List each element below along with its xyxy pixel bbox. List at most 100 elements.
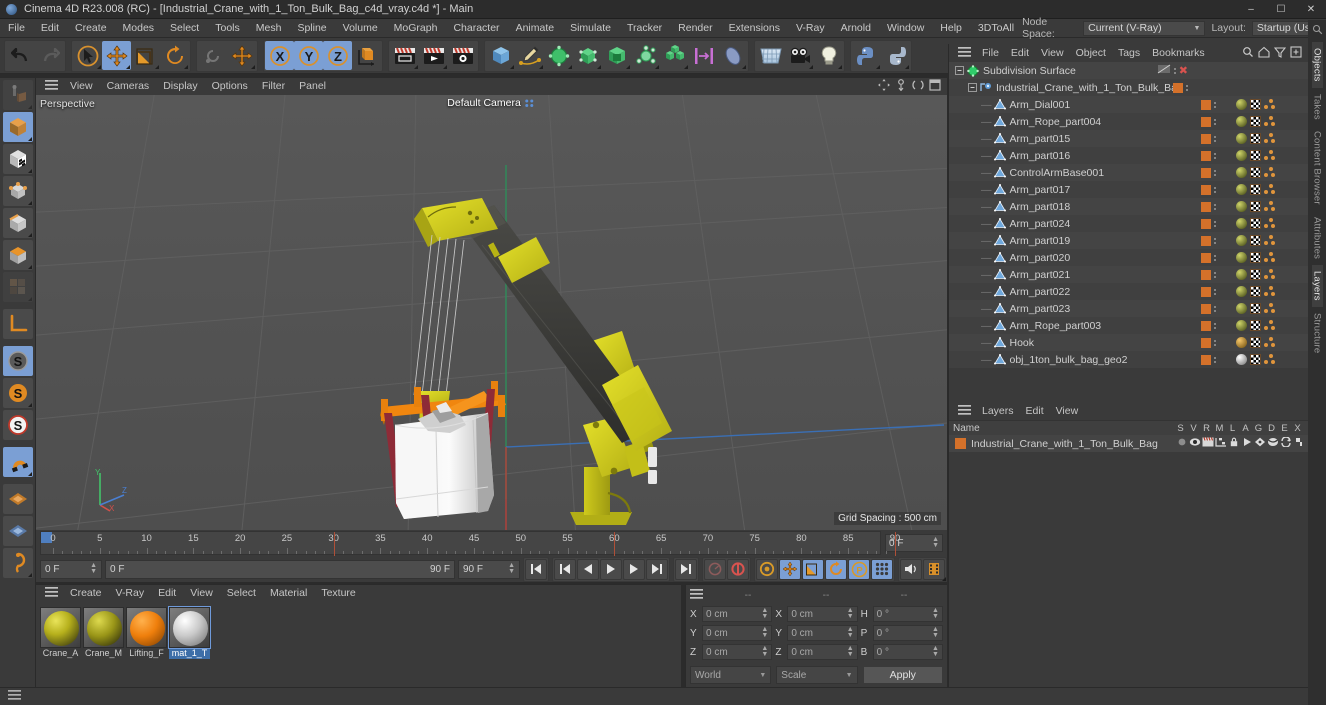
- uvw-tag-icon[interactable]: [1250, 252, 1261, 263]
- move-tool-button[interactable]: [102, 41, 131, 70]
- object-manager-hamburger-icon[interactable]: [953, 46, 976, 60]
- material-tag-icon[interactable]: [1236, 252, 1247, 263]
- uvw-tag-icon[interactable]: [1250, 218, 1261, 229]
- layer-color-tag[interactable]: [1201, 116, 1211, 127]
- visibility-dots[interactable]: [1156, 64, 1171, 77]
- viewport-menu-options[interactable]: Options: [205, 78, 255, 95]
- visibility-dots[interactable]: [1214, 220, 1216, 227]
- selection-tag-icon[interactable]: [1264, 337, 1276, 348]
- uvw-tag-icon[interactable]: [1250, 303, 1261, 314]
- viewport-menu-view[interactable]: View: [63, 78, 100, 95]
- viewport-hamburger-icon[interactable]: [40, 80, 63, 93]
- spinner-icon[interactable]: ▲ ▼: [90, 562, 97, 575]
- object-row[interactable]: — Arm_part017: [949, 181, 1308, 198]
- uvw-tag-icon[interactable]: [1250, 235, 1261, 246]
- rotate-view-icon[interactable]: [912, 79, 924, 94]
- preview-range-bar[interactable]: 0 F 90 F: [105, 559, 455, 579]
- uv-mode-button[interactable]: [2, 272, 33, 302]
- search-icon[interactable]: [1312, 20, 1323, 42]
- zoom-icon[interactable]: [895, 79, 907, 94]
- material-menu-edit[interactable]: Edit: [151, 585, 183, 602]
- go-to-start-button[interactable]: [525, 558, 547, 580]
- node-space-select[interactable]: Current (V-Ray) ▼: [1083, 20, 1206, 36]
- edge-mode-button[interactable]: [2, 208, 33, 238]
- go-to-previous-key-button[interactable]: [554, 558, 576, 580]
- layer-row[interactable]: Industrial_Crane_with_1_Ton_Bulk_Bag: [949, 435, 1308, 452]
- render-toggle[interactable]: [1202, 437, 1214, 450]
- layer-color-tag[interactable]: [1201, 99, 1211, 110]
- menu-volume[interactable]: Volume: [335, 19, 386, 38]
- search-icon[interactable]: [1242, 46, 1254, 61]
- material-tag-icon[interactable]: [1236, 320, 1247, 331]
- object-row[interactable]: — Arm_part019: [949, 232, 1308, 249]
- material-tag-icon[interactable]: [1236, 116, 1247, 127]
- frame-end-field[interactable]: 90 F ▲ ▼: [458, 559, 520, 579]
- menu-tools[interactable]: Tools: [207, 19, 248, 38]
- spinner-icon[interactable]: ▲ ▼: [932, 536, 939, 549]
- menu-spline[interactable]: Spline: [289, 19, 334, 38]
- layer-menu-layers[interactable]: Layers: [976, 402, 1020, 420]
- new-view-icon[interactable]: [1290, 45, 1302, 61]
- position-x-field[interactable]: 0 cm ▲ ▼: [702, 606, 773, 622]
- object-row[interactable]: — Arm_part023: [949, 300, 1308, 317]
- lock-toggle[interactable]: [1228, 437, 1239, 450]
- layer-color-tag[interactable]: [1201, 235, 1211, 246]
- pan-icon[interactable]: [878, 79, 890, 94]
- object-row[interactable]: — ControlArmBase001: [949, 164, 1308, 181]
- record-active-objects-button[interactable]: [727, 558, 749, 580]
- status-hamburger-icon[interactable]: [8, 690, 21, 703]
- volume-button[interactable]: [718, 41, 747, 70]
- deformer-button[interactable]: [573, 41, 602, 70]
- visibility-dots[interactable]: [1214, 101, 1216, 108]
- go-to-next-key-button[interactable]: [646, 558, 668, 580]
- spline-pen-button[interactable]: [515, 41, 544, 70]
- rotation-h-field[interactable]: 0 ° ▲ ▼: [872, 606, 943, 622]
- menu-3dtoall[interactable]: 3DToAll: [970, 19, 1022, 38]
- expressions-toggle[interactable]: [1280, 436, 1291, 450]
- model-mode-button[interactable]: [2, 112, 33, 142]
- uvw-tag-icon[interactable]: [1250, 133, 1261, 144]
- uvw-tag-icon[interactable]: [1250, 320, 1261, 331]
- snap-settings-button[interactable]: S: [2, 378, 33, 408]
- vertical-tab-attributes[interactable]: Attributes: [1312, 211, 1323, 265]
- snap-disabled-button[interactable]: [198, 41, 227, 70]
- spinner-icon[interactable]: ▲ ▼: [847, 607, 854, 620]
- spinner-icon[interactable]: ▲ ▼: [761, 607, 768, 620]
- material-hamburger-icon[interactable]: [40, 587, 63, 600]
- object-row[interactable]: — Arm_part020: [949, 249, 1308, 266]
- point-mode-button[interactable]: [2, 176, 33, 206]
- generator-button[interactable]: [544, 41, 573, 70]
- material-menu-v-ray[interactable]: V-Ray: [109, 585, 152, 602]
- layer-color-tag[interactable]: [1201, 320, 1211, 331]
- layer-color-tag[interactable]: [1201, 337, 1211, 348]
- object-menu-tags[interactable]: Tags: [1112, 44, 1146, 62]
- scale-tool-button[interactable]: [131, 41, 160, 70]
- visibility-dots[interactable]: [1214, 254, 1216, 261]
- visibility-dots[interactable]: [1214, 339, 1216, 346]
- record-position-button[interactable]: [779, 558, 801, 580]
- visibility-dots[interactable]: [1214, 186, 1216, 193]
- viewport-menu-display[interactable]: Display: [156, 78, 204, 95]
- visibility-dots[interactable]: [1214, 152, 1216, 159]
- uvw-tag-icon[interactable]: [1250, 201, 1261, 212]
- menu-mesh[interactable]: Mesh: [248, 19, 290, 38]
- visibility-dots[interactable]: [1214, 169, 1216, 176]
- close-icon[interactable]: ✖: [1179, 65, 1188, 76]
- layer-color-tag[interactable]: [1201, 269, 1211, 280]
- step-forward-button[interactable]: [623, 558, 645, 580]
- layer-color-tag[interactable]: [1201, 184, 1211, 195]
- material-tag-icon[interactable]: [1236, 235, 1247, 246]
- layer-menu-view[interactable]: View: [1050, 402, 1085, 420]
- home-icon[interactable]: [1258, 46, 1270, 61]
- layer-color-tag[interactable]: [1201, 252, 1211, 263]
- material-item[interactable]: Crane_A: [40, 607, 81, 659]
- material-menu-texture[interactable]: Texture: [314, 585, 362, 602]
- vertical-tab-takes[interactable]: Takes: [1312, 88, 1323, 126]
- material-tag-icon[interactable]: [1236, 286, 1247, 297]
- material-tag-icon[interactable]: [1236, 201, 1247, 212]
- magnet-tool-button[interactable]: [2, 447, 33, 477]
- layer-color-tag[interactable]: [1201, 150, 1211, 161]
- size-z-field[interactable]: 0 cm ▲ ▼: [787, 644, 858, 660]
- polygon-mode-button[interactable]: [2, 240, 33, 270]
- coordinate-mode-select[interactable]: Scale ▼: [776, 666, 858, 684]
